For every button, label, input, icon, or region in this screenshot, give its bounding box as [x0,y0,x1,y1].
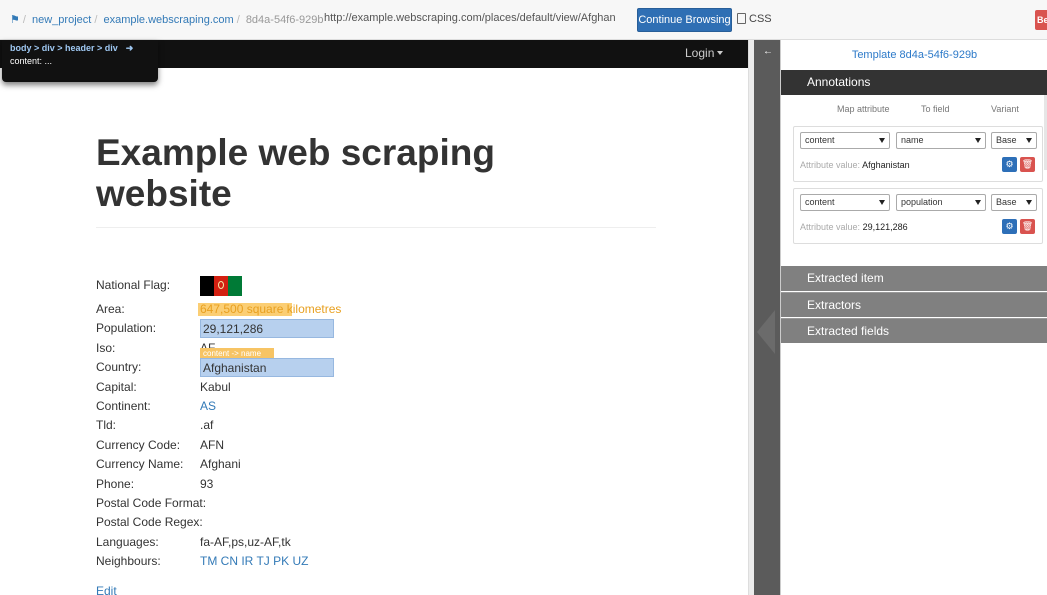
attribute-value: Attribute value: Afghanistan [800,160,910,170]
attribute-value-text: Afghanistan [862,160,910,170]
detail-value: AFN [200,437,224,452]
extractors-section-header[interactable]: Extractors [781,292,1047,317]
continent-link[interactable]: AS [200,397,216,416]
extracted-item-section-header[interactable]: Extracted item [781,266,1047,291]
select-value: Base [996,197,1017,207]
popup-path[interactable]: body > div > header > div [10,43,118,53]
attribute-value: Attribute value: 29,121,286 [800,222,908,232]
breadcrumb-project[interactable]: new_project [32,14,91,26]
continue-browsing-button[interactable]: Continue Browsing [637,8,732,32]
breadcrumb-site[interactable]: example.webscraping.com [103,14,233,26]
document-icon [737,13,746,24]
select-value: content [805,197,835,207]
select-value: name [901,135,924,145]
attribute-value-label: Attribute value: [800,160,861,170]
red-tab-button[interactable]: Be [1035,10,1047,30]
detail-label: Iso: [96,340,116,355]
to-field-select[interactable]: population [896,194,986,211]
detail-label: Phone: [96,476,135,491]
settings-gear-icon[interactable]: ⚙ [1002,219,1017,234]
variant-select[interactable]: Base [991,194,1037,211]
select-value: population [901,197,943,207]
map-attribute-select[interactable]: content [800,194,890,211]
url-display: http://example.webscraping.com/places/de… [324,12,616,24]
detail-label: Continent: [96,398,151,413]
collapse-arrow-icon[interactable] [757,310,775,354]
edit-link[interactable]: Edit [96,584,117,595]
column-header-to-field: To field [921,104,950,114]
variant-select[interactable]: Base [991,132,1037,149]
delete-trash-icon[interactable]: 🗑 [1020,219,1035,234]
caret-down-icon [879,138,885,143]
detail-label: Postal Code Regex: [96,515,203,530]
detail-label: Tld: [96,418,117,433]
attribute-value-label: Attribute value: [800,222,861,232]
caret-down-icon [717,51,724,55]
delete-trash-icon[interactable]: 🗑 [1020,157,1035,172]
detail-label: Languages: [96,534,159,549]
detail-value: .af [200,418,214,433]
detail-label: National Flag: [96,278,171,292]
detail-value: 93 [200,476,214,491]
annotation-card: content name Base Attribute value: Afgha… [793,126,1043,182]
popup-content: content: ... [10,56,53,66]
pin-icon[interactable]: ← [763,46,773,57]
top-toolbar: ⚑ / new_project / example.webscraping.com /… [0,0,1047,40]
detail-label: Capital: [96,379,137,394]
detail-label: Area: [96,302,125,316]
detail-value[interactable]: 29,121,286 [200,319,334,339]
breadcrumb-template: 8d4a-54f6-929b [245,14,324,26]
detail-value: fa-AF,ps,uz-AF,tk [200,534,291,549]
detail-value[interactable]: 647,500 square kilometres [200,300,341,319]
column-header-map-attribute: Map attribute [837,104,890,114]
panel-divider: ← [754,40,780,595]
login-label: Login [685,46,715,60]
breadcrumb: ⚑ / new_project / example.webscraping.com /… [10,14,324,26]
annotation-panel: Template 8d4a-54f6-929b Annotations Map … [780,40,1047,595]
extracted-fields-section-header[interactable]: Extracted fields [781,318,1047,343]
settings-gear-icon[interactable]: ⚙ [1002,157,1017,172]
detail-label: Currency Name: [96,457,184,472]
annotation-tag[interactable]: content -> name [200,347,274,359]
element-path-popup: body > div > header > div ➜ content: ... [2,40,158,82]
caret-down-icon [975,200,981,205]
select-value: content [805,135,835,145]
map-attribute-select[interactable]: content [800,132,890,149]
select-value: Base [996,135,1017,145]
detail-label: Country: [96,360,142,375]
template-title[interactable]: Template 8d4a-54f6-929b [781,40,1047,70]
attribute-value-text: 29,121,286 [862,222,908,232]
afghanistan-flag-image [200,276,242,296]
annotation-card: content population Base Attribute value:… [793,188,1043,244]
arrow-right-icon[interactable]: ➜ [126,43,134,53]
css-button-label: CSS [749,13,772,25]
css-button[interactable]: CSS [737,8,772,32]
detail-label: Currency Code: [96,437,181,452]
home-icon[interactable]: ⚑ [10,14,20,26]
caret-down-icon [975,138,981,143]
caret-down-icon [1026,200,1032,205]
neighbours-links[interactable]: TM CN IR TJ PK UZ [200,552,308,571]
page-preview: Login Example web scraping website Natio… [0,40,748,595]
caret-down-icon [879,200,885,205]
caret-down-icon [1026,138,1032,143]
detail-label: Postal Code Format: [96,495,207,510]
page-title: Example web scraping website [96,132,495,214]
to-field-select[interactable]: name [896,132,986,149]
detail-label: Population: [96,321,157,336]
login-dropdown[interactable]: Login [685,46,724,60]
column-header-variant: Variant [991,104,1019,114]
detail-value[interactable]: Afghanistan [200,358,334,378]
divider [96,227,656,228]
detail-value: Afghani [200,457,241,472]
detail-value: Kabul [200,379,231,394]
annotations-section-header[interactable]: Annotations [781,70,1047,95]
detail-label: Neighbours: [96,554,161,569]
